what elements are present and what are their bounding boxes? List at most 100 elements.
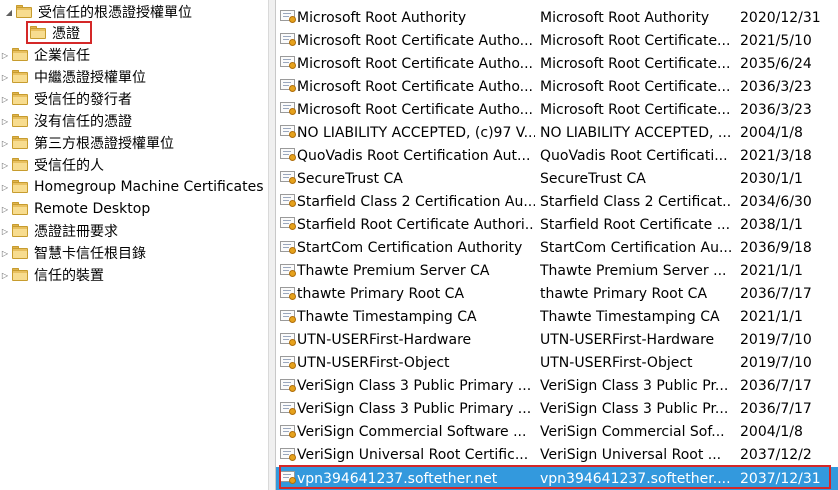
folder-icon: [12, 158, 28, 171]
table-row[interactable]: VeriSign Class 3 Public Primary ... VeriS…: [276, 375, 838, 398]
issued-by-cell: UTN-USERFirst-Hardware: [540, 332, 715, 349]
issued-by-cell: Thawte Premium Server ...: [540, 263, 727, 280]
tree-node[interactable]: ▷ 企業信任: [0, 44, 90, 66]
tree-node[interactable]: ▷ 受信任的人: [0, 154, 104, 176]
pane-splitter[interactable]: [268, 0, 276, 490]
table-row[interactable]: VeriSign Class 3 Public Primary ... VeriS…: [276, 398, 838, 421]
expiration-cell: 2036/3/23: [740, 78, 812, 95]
certificate-icon: [280, 148, 297, 162]
certificate-list: Microsoft Root Authority Microsoft Root A…: [276, 0, 838, 490]
collapsed-triangle-icon[interactable]: ▷: [0, 249, 10, 258]
expiration-cell: 2038/1/1: [740, 216, 803, 233]
expiration-cell: 2036/3/23: [740, 101, 812, 118]
issued-to-cell: Thawte Timestamping CA: [297, 309, 477, 326]
table-row[interactable]: UTN-USERFirst-Object UTN-USERFirst-Object…: [276, 352, 838, 375]
issued-to-cell: UTN-USERFirst-Object: [297, 355, 450, 372]
certificate-icon: [280, 401, 297, 416]
table-row[interactable]: vpn394641237.softether.net vpn394641237.s…: [276, 467, 838, 490]
issued-to-cell: Microsoft Root Authority: [297, 9, 467, 26]
collapsed-triangle-icon[interactable]: ▷: [0, 227, 10, 236]
tree-node-label: 受信任的發行者: [34, 92, 132, 108]
issued-to-cell: VeriSign Class 3 Public Primary ...: [297, 401, 532, 418]
collapsed-triangle-icon[interactable]: ▷: [0, 51, 10, 60]
table-row[interactable]: VeriSign Universal Root Certific... VeriS…: [276, 444, 838, 467]
expanded-triangle-icon[interactable]: ◢: [4, 8, 14, 17]
issued-by-cell: VeriSign Commercial Sof...: [540, 424, 725, 441]
certificate-icon: [280, 79, 297, 93]
issued-to-cell: NO LIABILITY ACCEPTED, (c)97 V...: [297, 124, 535, 141]
issued-by-cell: UTN-USERFirst-Object: [540, 355, 693, 372]
table-row[interactable]: thawte Primary Root CA thawte Primary Roo…: [276, 283, 838, 306]
certificate-icon: [280, 424, 297, 439]
table-row[interactable]: Microsoft Root Certificate Autho... Micro…: [276, 98, 838, 121]
table-row[interactable]: Microsoft Root Certificate Autho... Micro…: [276, 29, 838, 52]
collapsed-triangle-icon[interactable]: ▷: [0, 73, 10, 82]
certificate-icon: [280, 355, 297, 370]
table-row[interactable]: QuoVadis Root Certification Aut... QuoVad…: [276, 144, 838, 167]
issued-by-cell: Starfield Class 2 Certificat...: [540, 193, 732, 210]
issued-to-cell: Starfield Root Certificate Authori...: [297, 216, 535, 233]
table-row[interactable]: Microsoft Root Authority Microsoft Root A…: [276, 6, 838, 29]
table-row[interactable]: Starfield Class 2 Certification Au... Sta…: [276, 190, 838, 213]
folder-icon: [12, 48, 28, 61]
expiration-cell: 2036/7/17: [740, 378, 812, 395]
expiration-cell: 2020/12/31: [740, 9, 821, 26]
tree-node-trusted-root[interactable]: ◢ 受信任的根憑證授權單位: [4, 1, 192, 23]
tree-node[interactable]: ▷ 智慧卡信任根目錄: [0, 242, 146, 264]
collapsed-triangle-icon[interactable]: ▷: [0, 117, 10, 126]
issued-to-cell: Microsoft Root Certificate Autho...: [297, 101, 533, 118]
issued-to-cell: Thawte Premium Server CA: [297, 263, 490, 280]
table-row[interactable]: VeriSign Commercial Software ... VeriSign…: [276, 421, 838, 444]
tree-node[interactable]: ▷ 中繼憑證授權單位: [0, 66, 146, 88]
table-row[interactable]: StartCom Certification Authority StartCom…: [276, 237, 838, 260]
collapsed-triangle-icon[interactable]: ▷: [0, 139, 10, 148]
tree-node[interactable]: ▷ Remote Desktop: [0, 198, 150, 220]
certificate-icon: [280, 194, 297, 208]
folder-icon: [12, 114, 28, 127]
certificate-icon: [280, 56, 297, 70]
issued-to-cell: SecureTrust CA: [297, 170, 403, 187]
issued-to-cell: QuoVadis Root Certification Aut...: [297, 147, 531, 164]
certificate-store-tree: ◢ 受信任的根憑證授權單位 憑證 ▷ 企業信任 ▷ 中繼憑證授權單位 ▷ 受信任…: [0, 0, 268, 490]
tree-node-label: 受信任的根憑證授權單位: [38, 5, 192, 21]
certificate-icon: [280, 332, 297, 347]
table-row[interactable]: Thawte Premium Server CA Thawte Premium S…: [276, 260, 838, 283]
table-row[interactable]: Thawte Timestamping CA Thawte Timestampin…: [276, 306, 838, 329]
folder-icon: [12, 70, 28, 83]
table-row[interactable]: NO LIABILITY ACCEPTED, (c)97 V... NO LIAB…: [276, 121, 838, 144]
table-row[interactable]: Microsoft Root Certificate Autho... Micro…: [276, 75, 838, 98]
certificate-icon: [280, 378, 297, 393]
expiration-cell: 2021/3/18: [740, 147, 812, 164]
tree-node-label: Homegroup Machine Certificates: [34, 179, 264, 195]
table-row[interactable]: UTN-USERFirst-Hardware UTN-USERFirst-Hard…: [276, 329, 838, 352]
issued-by-cell: StartCom Certification Au...: [540, 240, 732, 256]
collapsed-triangle-icon[interactable]: ▷: [0, 183, 10, 192]
tree-node[interactable]: ▷ 沒有信任的憑證: [0, 110, 132, 132]
tree-node[interactable]: ▷ 受信任的發行者: [0, 88, 132, 110]
issued-by-cell: VeriSign Class 3 Public Pr...: [540, 401, 729, 418]
collapsed-triangle-icon[interactable]: ▷: [0, 271, 10, 280]
issued-to-cell: Starfield Class 2 Certification Au...: [297, 193, 535, 210]
issued-to-cell: Microsoft Root Certificate Autho...: [297, 78, 533, 95]
table-row[interactable]: Microsoft Root Certificate Autho... Micro…: [276, 52, 838, 75]
tree-node[interactable]: ▷ 第三方根憑證授權單位: [0, 132, 174, 154]
issued-by-cell: Starfield Root Certificate ...: [540, 216, 731, 233]
tree-node[interactable]: ▷ 憑證註冊要求: [0, 220, 118, 242]
issued-to-cell: thawte Primary Root CA: [297, 286, 465, 303]
table-row[interactable]: SecureTrust CA SecureTrust CA 2030/1/1: [276, 167, 838, 190]
expiration-cell: 2021/5/10: [740, 32, 812, 49]
tree-node[interactable]: ▷ Homegroup Machine Certificates: [0, 176, 264, 198]
table-row[interactable]: Starfield Root Certificate Authori... Sta…: [276, 213, 838, 236]
tree-node[interactable]: ▷ 信任的裝置: [0, 264, 104, 286]
tree-node-label: 第三方根憑證授權單位: [34, 136, 174, 152]
expiration-cell: 2021/1/1: [740, 309, 803, 326]
issued-to-cell: VeriSign Commercial Software ...: [297, 424, 527, 441]
issued-to-cell: StartCom Certification Authority: [297, 240, 523, 256]
certificate-icon: [280, 33, 297, 47]
collapsed-triangle-icon[interactable]: ▷: [0, 95, 10, 104]
expiration-cell: 2037/12/31: [740, 470, 821, 487]
collapsed-triangle-icon[interactable]: ▷: [0, 161, 10, 170]
certificate-icon: [280, 471, 297, 485]
issued-by-cell: NO LIABILITY ACCEPTED, ...: [540, 124, 732, 141]
collapsed-triangle-icon[interactable]: ▷: [0, 205, 10, 214]
